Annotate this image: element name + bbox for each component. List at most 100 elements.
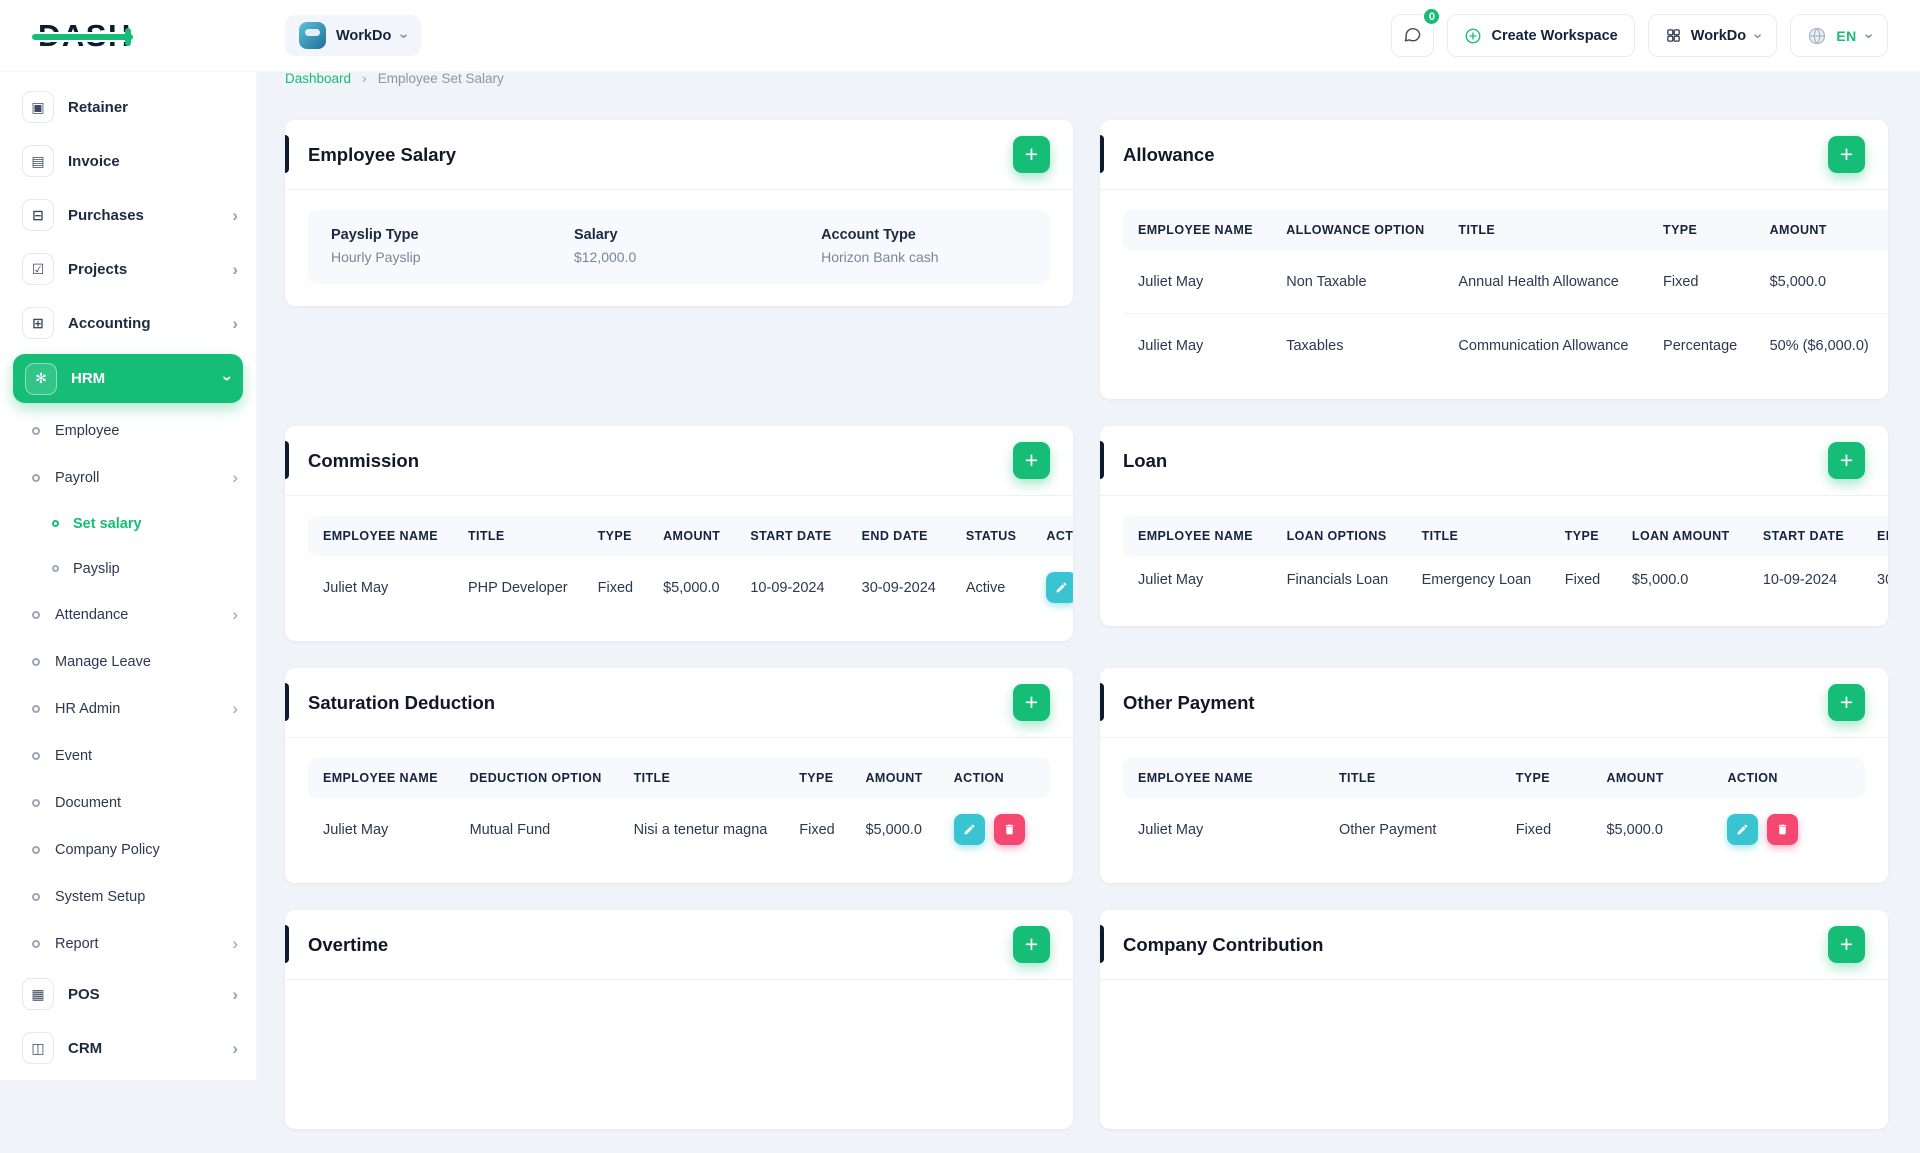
- edit-button[interactable]: [954, 814, 985, 845]
- sidebar-item-pos[interactable]: ▦POS›: [0, 967, 256, 1021]
- chevron-down-icon: ›: [396, 33, 412, 38]
- card-head: Other Payment +: [1100, 668, 1888, 737]
- sidebar-item-crm[interactable]: ◫CRM›: [0, 1021, 256, 1075]
- card-head: Loan +: [1100, 426, 1888, 495]
- table-cell: 10-09-2024: [1748, 556, 1862, 604]
- add-overtime-button[interactable]: +: [1013, 926, 1050, 963]
- messages-button[interactable]: 0: [1391, 14, 1434, 57]
- table-row: Juliet MayPHP DeveloperFixed$5,000.010-0…: [308, 556, 1073, 619]
- sidebar-item-label: Report: [55, 936, 99, 952]
- retainer-icon: ▣: [22, 91, 54, 123]
- edit-button[interactable]: [1046, 572, 1073, 603]
- sidebar-item-retainer[interactable]: ▣ Retainer: [0, 80, 256, 134]
- table-cell: $5,000.0: [850, 798, 938, 861]
- card-head: Commission +: [285, 426, 1073, 495]
- other-payment-card: Other Payment + EMPLOYEE NAMETITLETYPEAM…: [1100, 668, 1888, 883]
- sidebar-item-document[interactable]: Document: [0, 779, 256, 826]
- circle-plus-icon: [1464, 27, 1482, 45]
- sidebar-item-projects[interactable]: ☑Projects›: [0, 242, 256, 296]
- sidebar-item-event[interactable]: Event: [0, 732, 256, 779]
- table-cell: Juliet May: [308, 798, 455, 861]
- column-header: ACTION: [1712, 758, 1865, 798]
- chevron-down-icon: ›: [1860, 33, 1876, 38]
- sidebar-item-payroll[interactable]: Payroll›: [0, 454, 256, 501]
- sidebar-item-label: Retainer: [68, 99, 128, 116]
- card-head: Saturation Deduction +: [285, 668, 1073, 737]
- create-workspace-button[interactable]: Create Workspace: [1447, 14, 1634, 57]
- action-cell: [1887, 250, 1888, 314]
- commission-table: EMPLOYEE NAMETITLETYPEAMOUNTSTART DATEEN…: [308, 516, 1073, 619]
- breadcrumb-dashboard-link[interactable]: Dashboard: [285, 71, 351, 86]
- add-employee-salary-button[interactable]: +: [1013, 136, 1050, 173]
- table-cell: $5,000.0: [1755, 250, 1887, 314]
- delete-button[interactable]: [1767, 814, 1798, 845]
- chat-bubble-icon: [1403, 25, 1422, 47]
- add-company-contribution-button[interactable]: +: [1828, 926, 1865, 963]
- topbar: DASH WorkDo › 0 Create Workspace WorkDo …: [0, 0, 1920, 72]
- bullet-icon: [32, 893, 40, 901]
- sidebar-item-system-setup[interactable]: System Setup: [0, 873, 256, 920]
- delete-button[interactable]: [994, 814, 1025, 845]
- salary-field: Salary$12,000.0: [574, 227, 821, 265]
- language-selector[interactable]: EN ›: [1790, 14, 1888, 57]
- card-title: Allowance: [1123, 144, 1215, 166]
- column-header: TITLE: [619, 758, 785, 798]
- card-head: Company Contribution +: [1100, 910, 1888, 979]
- bullet-icon: [32, 940, 40, 948]
- sidebar-item-attendance[interactable]: Attendance›: [0, 591, 256, 638]
- card-body: EMPLOYEE NAMELOAN OPTIONSTITLETYPELOAN A…: [1100, 495, 1888, 626]
- logo[interactable]: DASH: [38, 18, 132, 54]
- table-cell: Annual Health Allowance: [1443, 250, 1648, 314]
- sidebar-item-accounting[interactable]: ⊞Accounting›: [0, 296, 256, 350]
- card-title: Commission: [308, 450, 419, 472]
- table-cell: 30-09-2024: [847, 556, 951, 619]
- table-cell: 10-09-2024: [735, 556, 846, 619]
- table-cell: $5,000.0: [648, 556, 735, 619]
- column-header: EMPLOYEE NAME: [1123, 210, 1271, 250]
- card-body: EMPLOYEE NAMEALLOWANCE OPTIONTITLETYPEAM…: [1100, 189, 1888, 399]
- language-label: EN: [1836, 28, 1856, 44]
- add-commission-button[interactable]: +: [1013, 442, 1050, 479]
- add-allowance-button[interactable]: +: [1828, 136, 1865, 173]
- edit-button[interactable]: [1727, 814, 1758, 845]
- chevron-icon: ›: [232, 261, 238, 278]
- card-body: EMPLOYEE NAMEDEDUCTION OPTIONTITLETYPEAM…: [285, 737, 1073, 883]
- workspace-menu-button[interactable]: WorkDo ›: [1648, 14, 1778, 57]
- add-other-payment-button[interactable]: +: [1828, 684, 1865, 721]
- workspace-switcher[interactable]: WorkDo ›: [285, 15, 421, 56]
- topbar-actions: 0 Create Workspace WorkDo › EN ›: [1391, 14, 1920, 57]
- allowance-table: EMPLOYEE NAMEALLOWANCE OPTIONTITLETYPEAM…: [1123, 210, 1888, 377]
- table-row: Juliet MayMutual FundNisi a tenetur magn…: [308, 798, 1050, 861]
- column-header: START DATE: [1748, 516, 1862, 556]
- add-loan-button[interactable]: +: [1828, 442, 1865, 479]
- sidebar-item-invoice[interactable]: ▤Invoice: [0, 134, 256, 188]
- sidebar-item-payslip[interactable]: Payslip: [0, 546, 256, 591]
- add-saturation-deduction-button[interactable]: +: [1013, 684, 1050, 721]
- table-row: Juliet MayFinancials LoanEmergency LoanF…: [1123, 556, 1888, 604]
- bullet-icon: [32, 474, 40, 482]
- chevron-icon: ›: [232, 469, 238, 486]
- sidebar-item-company-policy[interactable]: Company Policy: [0, 826, 256, 873]
- table-cell: Other Payment: [1324, 798, 1501, 861]
- sidebar: ▣ Retainer ▤Invoice⊟Purchases›☑Projects›⊞A…: [0, 72, 257, 1080]
- overtime-card: Overtime +: [285, 910, 1073, 1129]
- sidebar-item-set-salary[interactable]: Set salary: [0, 501, 256, 546]
- sidebar-item-manage-leave[interactable]: Manage Leave: [0, 638, 256, 685]
- chevron-icon: ›: [232, 986, 238, 1003]
- sidebar-item-label: Accounting: [68, 315, 151, 332]
- sidebar-item-hrm[interactable]: ✻HRM›: [13, 354, 243, 403]
- column-header: ALLOWANCE OPTION: [1271, 210, 1443, 250]
- sidebar-item-hr-admin[interactable]: HR Admin›: [0, 685, 256, 732]
- sidebar-item-label: HRM: [71, 370, 105, 387]
- sidebar-item-employee[interactable]: Employee: [0, 407, 256, 454]
- column-header: TYPE: [784, 758, 850, 798]
- breadcrumb: Dashboard › Employee Set Salary: [285, 70, 1888, 86]
- main-content: Employee Set Salary Dashboard › Employee…: [257, 0, 1920, 1153]
- table-cell: Fixed: [1648, 250, 1755, 314]
- allowance-card: Allowance + EMPLOYEE NAMEALLOWANCE OPTIO…: [1100, 120, 1888, 399]
- column-header: AMOUNT: [850, 758, 938, 798]
- bullet-icon: [32, 658, 40, 666]
- sidebar-item-purchases[interactable]: ⊟Purchases›: [0, 188, 256, 242]
- sidebar-item-report[interactable]: Report›: [0, 920, 256, 967]
- grid-icon: [1665, 27, 1682, 44]
